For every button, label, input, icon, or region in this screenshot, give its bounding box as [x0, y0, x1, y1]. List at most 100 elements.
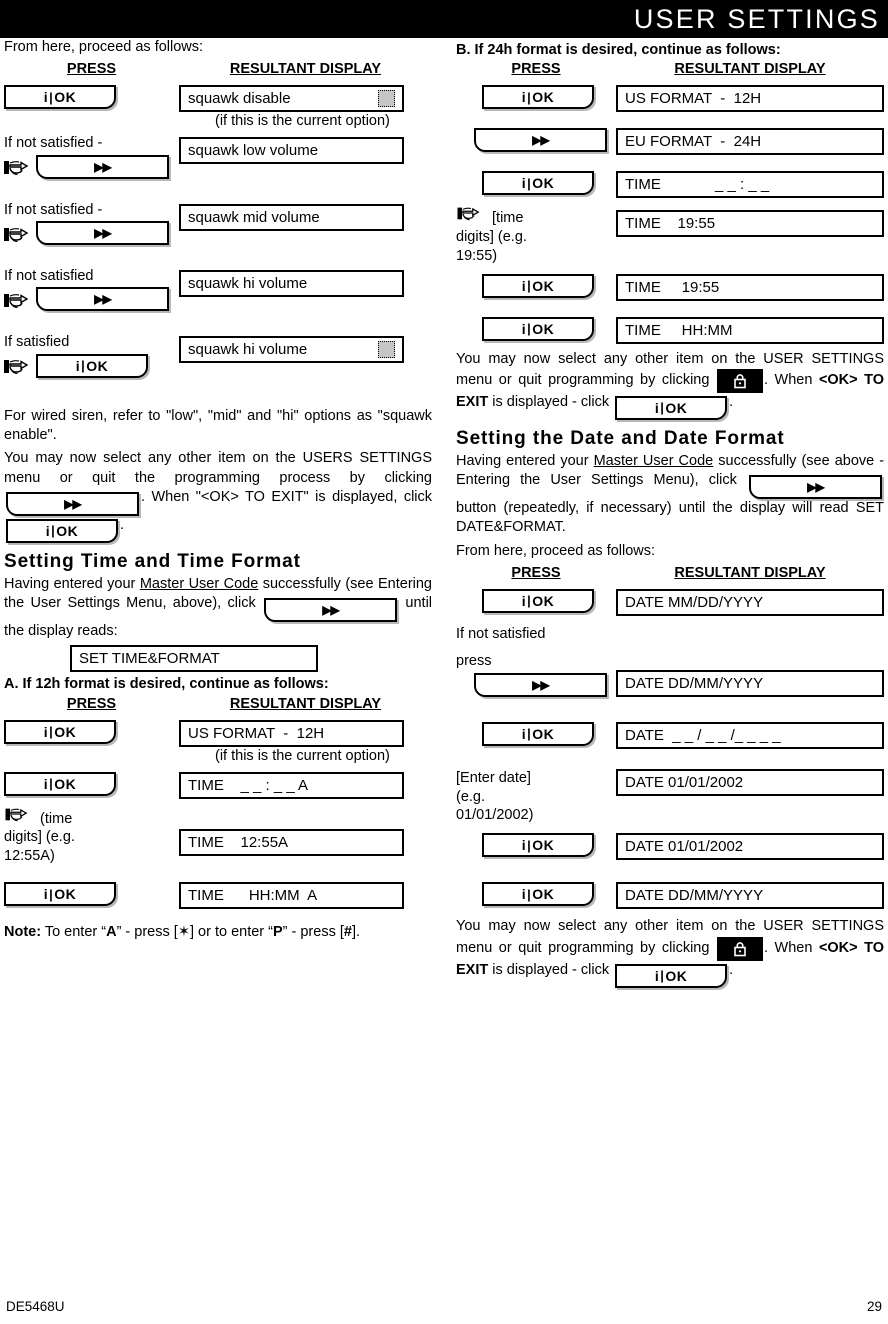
- ok-button[interactable]: i | OK: [482, 833, 594, 858]
- press-cell: If not satisfied ▶▶: [4, 268, 179, 314]
- note-text-5: ].: [351, 924, 361, 941]
- ok-button-label: OK: [532, 89, 555, 106]
- display-cell: TIME 12:55A: [179, 805, 432, 856]
- result-column-header: RESULTANT DISPLAY: [229, 695, 382, 712]
- next-button[interactable]: ▶▶: [36, 287, 169, 312]
- ok-button[interactable]: i | OK: [482, 882, 594, 907]
- step-row: i | OK DATE _ _ / _ _ /_ _ _ _: [456, 720, 884, 749]
- footer-page-number: 29: [866, 1299, 882, 1314]
- ok-button-label: OK: [532, 725, 555, 742]
- right-table-header-2: PRESS RESULTANT DISPLAY: [456, 565, 884, 581]
- ok-button-label: OK: [532, 320, 555, 337]
- ok-button[interactable]: i | OK: [4, 719, 116, 744]
- next-button[interactable]: ▶▶: [474, 672, 607, 697]
- next-button[interactable]: ▶▶: [474, 128, 607, 153]
- lcd-text: DATE MM/DD/YYYY: [625, 593, 764, 611]
- step-row: i | OK TIME HH:MM A: [4, 880, 432, 910]
- quit-line4b: .: [729, 393, 734, 410]
- note-text-2: ” - press [: [116, 924, 178, 941]
- lcd-display: DATE MM/DD/YYYY: [616, 588, 884, 616]
- display-cell: EU FORMAT - 24H: [616, 126, 884, 156]
- press-cell: i | OK: [456, 169, 616, 198]
- step-row: ▶▶ EU FORMAT - 24H: [456, 126, 884, 156]
- date-intro-paragraph: Having entered your Master User Code suc…: [456, 452, 884, 538]
- display-note: (if this is the current option): [215, 747, 390, 764]
- note-text-1: To enter “: [41, 924, 107, 941]
- lcd-display: DATE DD/MM/YYYY: [616, 882, 884, 910]
- lcd-text: squawk hi volume: [188, 275, 308, 293]
- display-cell: DATE DD/MM/YYYY: [616, 622, 884, 697]
- quit-line3b: . When: [763, 939, 813, 956]
- enter-time-digits-label: (time digits] (e.g. 12:55A): [4, 805, 75, 867]
- ok-button[interactable]: i | OK: [4, 771, 116, 796]
- ok-button-i: i: [521, 320, 527, 337]
- next-button[interactable]: ▶▶: [264, 598, 398, 623]
- press-cell: If not satisfied press ▶▶: [456, 622, 616, 700]
- page-body: From here, proceed as follows: PRESS RES…: [0, 38, 888, 992]
- quit-paragraph-time: You may now select any other item on the…: [456, 350, 884, 420]
- step-row: i | OK TIME _ _ : _ _: [456, 169, 884, 199]
- display-cell: TIME 19:55: [616, 272, 884, 301]
- ok-button-label: OK: [532, 886, 555, 903]
- lcd-text: TIME HH:MM: [625, 321, 733, 339]
- ok-button-label: OK: [54, 775, 77, 792]
- next-button[interactable]: ▶▶: [36, 221, 169, 246]
- quit-line3c: is displayed - click: [492, 961, 610, 978]
- lcd-text: TIME HH:MM A: [188, 887, 318, 905]
- time-intro-paragraph: Having entered your Master User Code suc…: [4, 575, 432, 642]
- quit-line1: You may now select any other item on the…: [456, 350, 804, 367]
- away-arm-lock-button[interactable]: [716, 936, 763, 961]
- lcd-display: TIME 19:55: [616, 210, 884, 238]
- display-cell: TIME 19:55: [616, 204, 884, 238]
- away-arm-lock-button[interactable]: [716, 368, 763, 393]
- ok-button[interactable]: i | OK: [4, 85, 116, 110]
- lcd-text: TIME 19:55: [625, 278, 720, 296]
- ok-button-label: OK: [532, 837, 555, 854]
- page-footer: DE5468U 29: [0, 1299, 888, 1314]
- ok-button-separator: |: [49, 886, 54, 902]
- press-cell: ▶▶: [456, 126, 616, 155]
- ok-tag: <OK>: [818, 939, 858, 956]
- note-prefix: Note:: [4, 924, 42, 941]
- ok-button[interactable]: i | OK: [482, 85, 594, 110]
- date-intro-1: Having entered your: [456, 452, 589, 469]
- ok-button-i: i: [521, 837, 527, 854]
- lcd-text: TIME _ _ : _ _: [625, 176, 770, 194]
- ok-button[interactable]: i | OK: [615, 963, 728, 988]
- ok-button[interactable]: i | OK: [482, 588, 594, 613]
- quit-line4b: .: [729, 961, 734, 978]
- next-button[interactable]: ▶▶: [6, 491, 139, 516]
- quit-line3c: is displayed - click: [492, 393, 610, 410]
- ok-button[interactable]: i | OK: [482, 171, 594, 196]
- quit-line1: You may now select any other item on the…: [456, 918, 804, 935]
- display-cell: TIME _ _ : _ _: [616, 169, 884, 199]
- ok-button[interactable]: i | OK: [6, 518, 118, 543]
- left-table-header: PRESS RESULTANT DISPLAY: [4, 61, 432, 77]
- press-cell: i | OK: [456, 587, 616, 616]
- pointing-hand-icon: [4, 356, 34, 376]
- next-button[interactable]: ▶▶: [36, 154, 169, 179]
- enter-time-digits-label: [time digits] (e.g. 19:55): [456, 204, 527, 266]
- ok-button[interactable]: i | OK: [482, 273, 594, 298]
- step-row: [Enter date] (e.g. 01/01/2002) DATE 01/0…: [456, 755, 884, 826]
- ok-button[interactable]: i | OK: [4, 882, 116, 907]
- ok-button[interactable]: i | OK: [615, 395, 728, 420]
- subheading-24h: B. If 24h format is desired, continue as…: [456, 42, 781, 58]
- padlock-icon: [734, 941, 746, 956]
- next-button[interactable]: ▶▶: [749, 475, 883, 500]
- ok-button[interactable]: i | OK: [36, 353, 148, 378]
- ok-button[interactable]: i | OK: [482, 316, 594, 341]
- lcd-text: DATE 01/01/2002: [625, 773, 744, 791]
- wired-siren-paragraph: For wired siren, refer to "low", "mid" a…: [4, 407, 432, 446]
- lcd-text: TIME 12:55A: [188, 833, 289, 851]
- press-column-header: PRESS: [66, 695, 117, 712]
- ok-button-i: i: [521, 886, 527, 903]
- display-cell: DATE MM/DD/YYYY: [616, 587, 884, 616]
- step-row: [time digits] (e.g. 19:55) TIME 19:55: [456, 204, 884, 266]
- time-intro-1: Having entered your: [4, 575, 136, 592]
- display-cell: DATE 01/01/2002: [616, 831, 884, 861]
- lcd-display: TIME _ _ : _ _ A: [179, 771, 404, 799]
- ok-button[interactable]: i | OK: [482, 721, 594, 746]
- lcd-display: DATE DD/MM/YYYY: [616, 669, 884, 697]
- ok-button-i: i: [43, 723, 49, 740]
